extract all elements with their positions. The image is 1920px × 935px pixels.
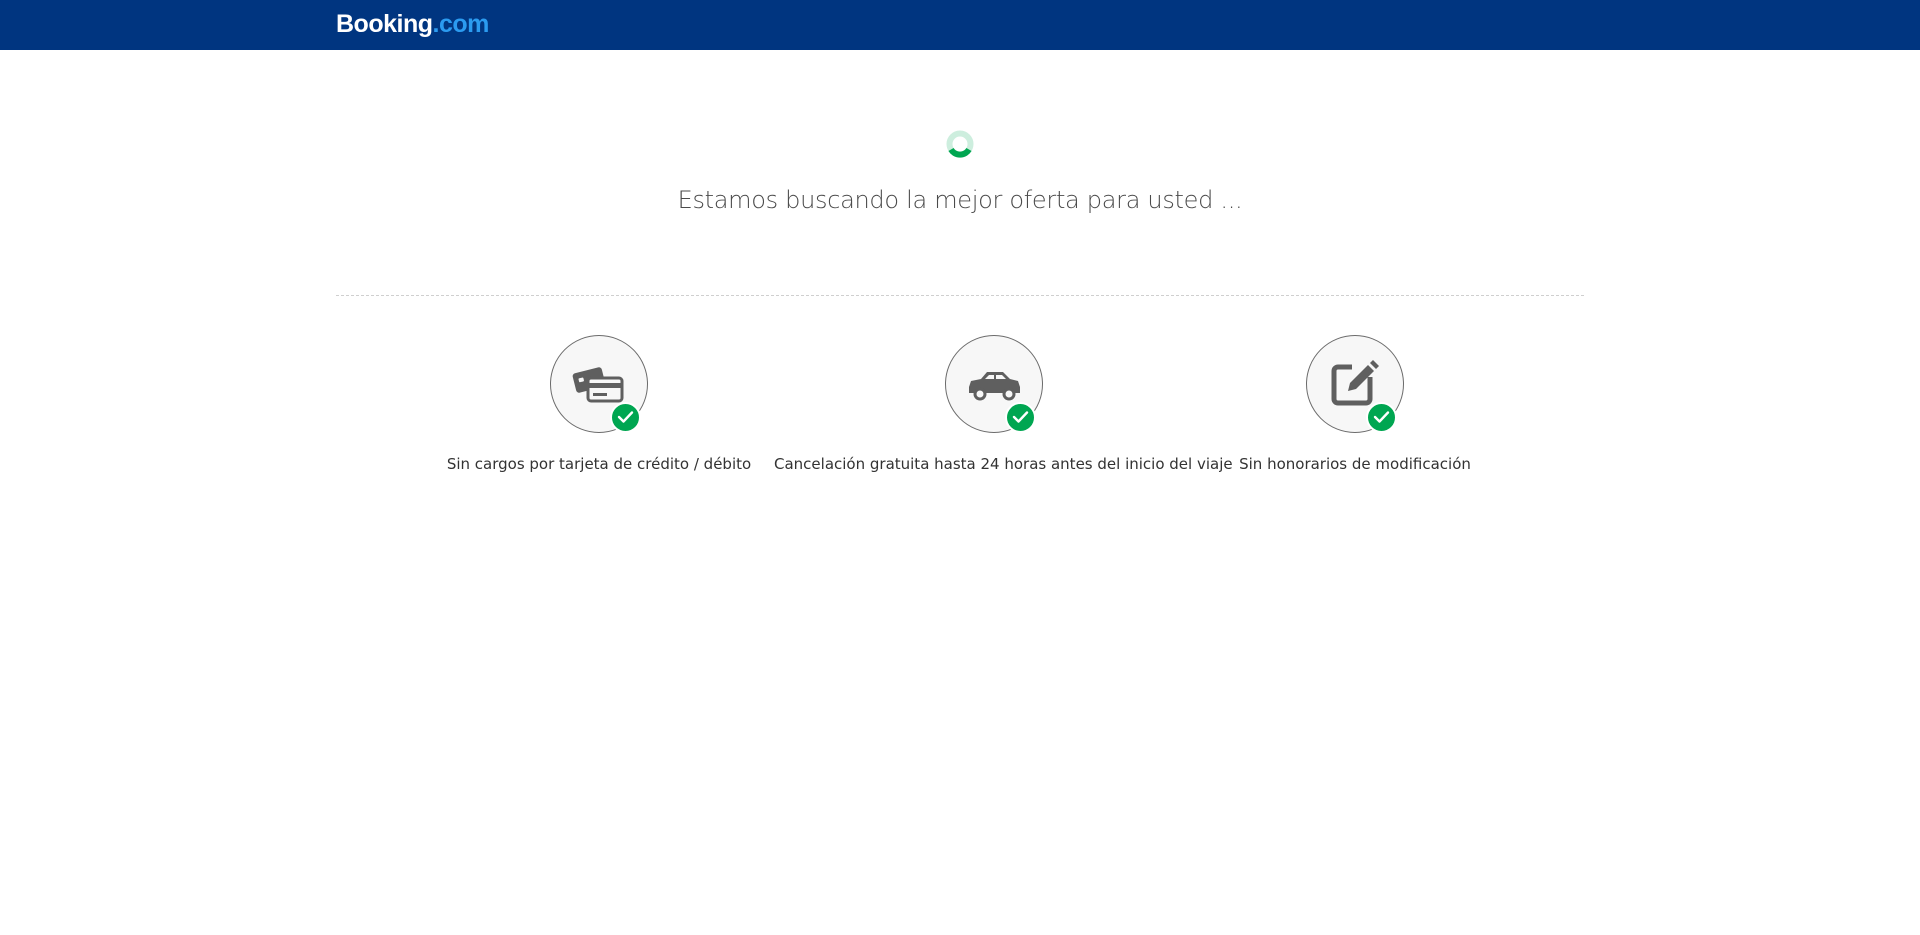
booking-logo[interactable]: Booking.com [336,9,489,39]
feature-circle [550,335,648,433]
loading-spinner-icon [946,130,974,158]
loading-message: Estamos buscando la mejor oferta para us… [677,186,1243,214]
feature-no-modification-fees: Sin honorarios de modificación [1135,335,1575,473]
feature-label: Sin cargos por tarjeta de crédito / débi… [446,455,752,473]
check-badge-icon [1366,402,1397,433]
check-badge-icon [610,402,641,433]
feature-circle [1306,335,1404,433]
header-bar: Booking.com [0,0,1920,50]
car-icon [969,372,1020,401]
logo-tld-text: .com [432,10,490,38]
feature-circle [945,335,1043,433]
feature-no-card-fees: Sin cargos por tarjeta de crédito / débi… [379,335,819,473]
section-divider [336,295,1584,296]
check-badge-icon [1005,402,1036,433]
credit-card-icon [572,367,624,403]
feature-label: Sin honorarios de modificación [1239,455,1471,473]
logo-main-text: Booking [336,10,433,38]
